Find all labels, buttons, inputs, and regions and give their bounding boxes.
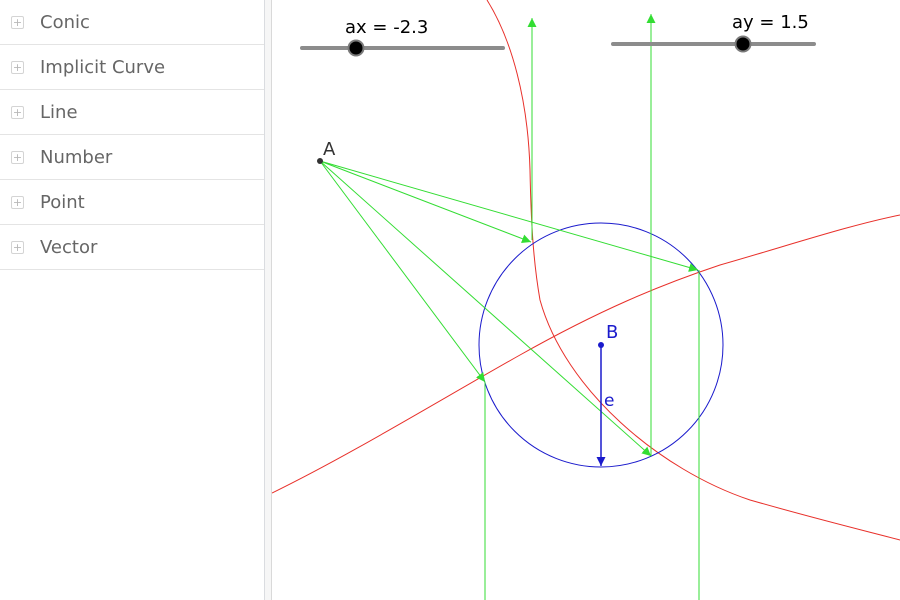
expand-icon[interactable]: + bbox=[11, 195, 24, 209]
vector-a-2[interactable] bbox=[319, 160, 699, 272]
vector-a-3[interactable] bbox=[319, 160, 486, 383]
vector-a-1[interactable] bbox=[319, 160, 532, 243]
category-label: Conic bbox=[40, 11, 90, 33]
expand-icon[interactable]: + bbox=[11, 240, 24, 254]
point-b[interactable] bbox=[598, 342, 604, 348]
expand-icon[interactable]: + bbox=[11, 150, 24, 164]
category-label: Number bbox=[40, 146, 113, 168]
category-label: Point bbox=[40, 191, 85, 213]
expand-icon[interactable]: + bbox=[11, 105, 24, 119]
expand-icon[interactable]: + bbox=[11, 60, 24, 74]
category-label: Implicit Curve bbox=[40, 56, 166, 78]
category-number[interactable]: + Number bbox=[0, 135, 264, 180]
category-implicit-curve[interactable]: + Implicit Curve bbox=[0, 45, 264, 90]
slider-ay-handle[interactable] bbox=[734, 35, 752, 53]
category-label: Line bbox=[40, 101, 78, 123]
view-divider[interactable] bbox=[265, 0, 272, 600]
graphics-view[interactable]: A B e ax = -2.3 ay = 1.5 bbox=[272, 0, 900, 600]
algebra-view: + Conic + Implicit Curve + Line + Number… bbox=[0, 0, 265, 600]
vector-e-label: e bbox=[604, 391, 614, 411]
expand-icon[interactable]: + bbox=[11, 15, 24, 29]
category-conic[interactable]: + Conic bbox=[0, 0, 264, 45]
category-vector[interactable]: + Vector bbox=[0, 225, 264, 270]
category-label: Vector bbox=[40, 236, 98, 258]
category-point[interactable]: + Point bbox=[0, 180, 264, 225]
point-b-label: B bbox=[606, 322, 618, 343]
point-a-label: A bbox=[323, 139, 336, 160]
graphics-canvas[interactable]: A B e ax = -2.3 ay = 1.5 bbox=[272, 0, 900, 600]
implicit-curve-branch-1[interactable] bbox=[486, 0, 900, 541]
slider-ax-handle[interactable] bbox=[347, 39, 365, 57]
slider-ay-caption: ay = 1.5 bbox=[732, 12, 809, 33]
slider-ax-caption: ax = -2.3 bbox=[345, 17, 428, 38]
category-line[interactable]: + Line bbox=[0, 90, 264, 135]
implicit-curve-branch-2[interactable] bbox=[272, 214, 900, 494]
